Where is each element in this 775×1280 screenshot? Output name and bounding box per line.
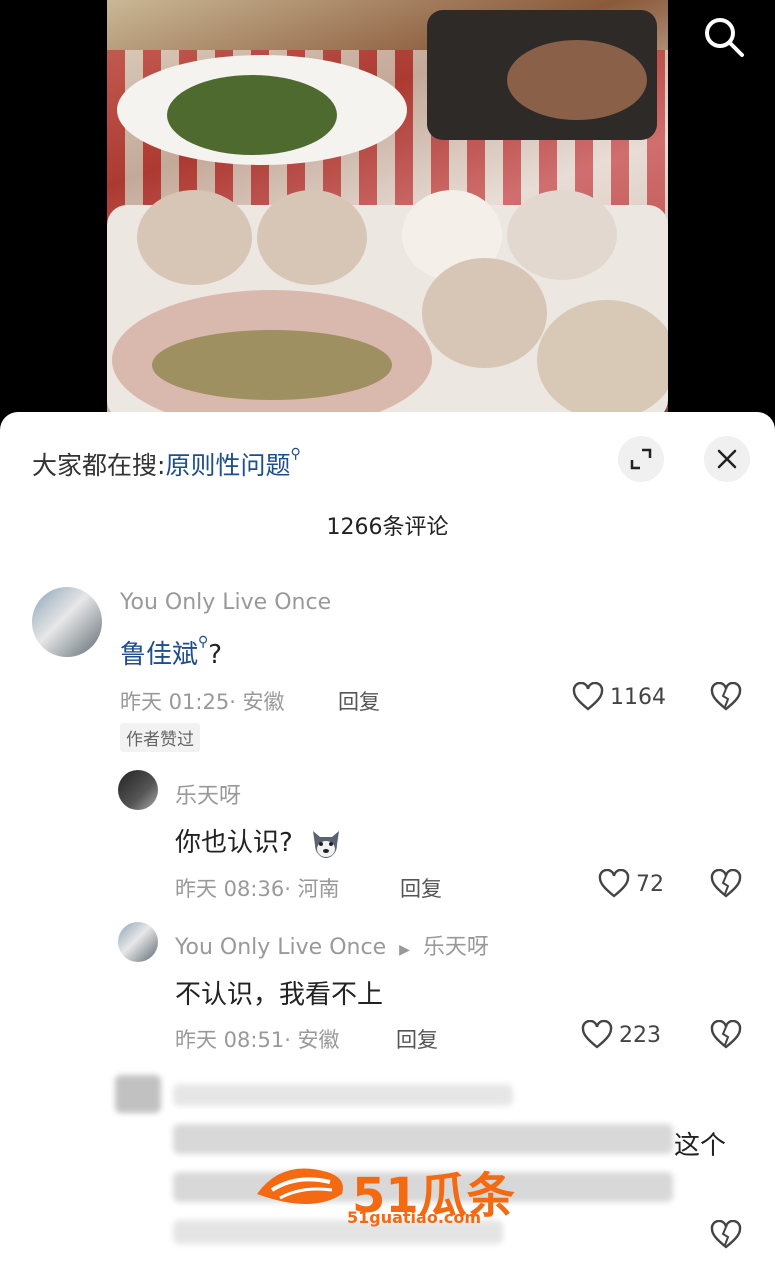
broken-heart-icon bbox=[710, 681, 742, 711]
comment-keyword-link[interactable]: 鲁佳斌 bbox=[120, 640, 198, 670]
search-icon: ⚲ bbox=[290, 446, 301, 462]
comment-text: 你也认识? bbox=[175, 822, 345, 863]
food-bowl bbox=[422, 258, 547, 368]
blurred-avatar bbox=[115, 1075, 161, 1113]
comment-username: You Only Live Once ▶ 乐天呀 bbox=[175, 929, 489, 961]
comment-timestamp: 昨天 08:36 bbox=[175, 877, 285, 901]
heart-icon bbox=[581, 1020, 613, 1049]
hot-search-prefix: 大家都在搜: bbox=[32, 451, 166, 480]
comment-location: · 河南 bbox=[284, 877, 340, 901]
husky-emoji-icon bbox=[307, 825, 345, 863]
like-button[interactable]: 72 bbox=[598, 869, 664, 899]
close-icon bbox=[717, 449, 737, 469]
watermark-url: 51guatiao.com bbox=[347, 1208, 482, 1227]
comment-time: 昨天 01:25· 安徽 bbox=[120, 686, 285, 716]
food-bowl bbox=[137, 190, 252, 285]
author-liked-badge: 作者赞过 bbox=[120, 723, 200, 752]
comment-count: 1266条评论 bbox=[326, 515, 449, 540]
like-count: 223 bbox=[619, 1022, 661, 1048]
expand-icon bbox=[630, 448, 652, 470]
hot-search-bar[interactable]: 大家都在搜:原则性问题⚲ bbox=[32, 446, 301, 482]
comment-location: · 安徽 bbox=[229, 690, 285, 714]
hot-search-keyword[interactable]: 原则性问题 bbox=[165, 451, 290, 480]
reply-target[interactable]: 乐天呀 bbox=[423, 935, 489, 960]
comment-username[interactable]: You Only Live Once bbox=[120, 590, 331, 615]
broken-heart-icon bbox=[710, 1019, 742, 1049]
like-button[interactable]: 223 bbox=[581, 1020, 661, 1050]
comment-text: 鲁佳斌⚲? bbox=[120, 634, 222, 671]
comment-time: 昨天 08:51· 安徽 bbox=[175, 1024, 340, 1054]
broken-heart-icon bbox=[710, 868, 742, 898]
reply-author[interactable]: You Only Live Once bbox=[175, 935, 386, 960]
dislike-button[interactable] bbox=[710, 1219, 742, 1252]
search-icon[interactable] bbox=[701, 14, 747, 60]
heart-icon bbox=[598, 869, 630, 898]
reply-button[interactable]: 回复 bbox=[400, 873, 442, 903]
food-green-beans bbox=[167, 75, 337, 155]
avatar[interactable] bbox=[118, 770, 158, 810]
comment-text-body: 你也认识? bbox=[175, 828, 293, 858]
partial-comment-text: 这个 bbox=[674, 1131, 727, 1161]
food-noodle-bowl bbox=[537, 300, 668, 420]
reply-button[interactable]: 回复 bbox=[396, 1024, 438, 1054]
blurred-username bbox=[173, 1084, 513, 1106]
like-button[interactable]: 1164 bbox=[572, 682, 666, 712]
dislike-button[interactable] bbox=[710, 868, 742, 901]
food-meat bbox=[507, 40, 647, 120]
watermark: 51瓜条 51guatiao.com bbox=[252, 1150, 522, 1230]
food-bowl bbox=[257, 190, 367, 285]
food-fish bbox=[152, 330, 392, 400]
close-button[interactable] bbox=[704, 436, 750, 482]
comment-text: 不认识，我看不上 bbox=[175, 980, 384, 1010]
comment-text-tail: ? bbox=[208, 640, 223, 670]
like-count: 1164 bbox=[610, 684, 666, 710]
comment-username[interactable]: 乐天呀 bbox=[175, 778, 241, 810]
like-count: 72 bbox=[636, 871, 664, 897]
reply-arrow-icon: ▶ bbox=[399, 942, 410, 958]
comment-location: · 安徽 bbox=[284, 1028, 340, 1052]
avatar[interactable] bbox=[32, 587, 102, 657]
search-icon: ⚲ bbox=[198, 634, 209, 650]
broken-heart-icon bbox=[710, 1219, 742, 1249]
heart-icon bbox=[572, 682, 604, 711]
watermark-logo-icon bbox=[257, 1168, 343, 1204]
comment-time: 昨天 08:36· 河南 bbox=[175, 873, 340, 903]
comment-timestamp: 昨天 08:51 bbox=[175, 1028, 285, 1052]
food-bowl bbox=[507, 190, 617, 280]
dislike-button[interactable] bbox=[710, 1019, 742, 1052]
reply-button[interactable]: 回复 bbox=[338, 686, 380, 716]
expand-button[interactable] bbox=[618, 436, 664, 482]
comment-timestamp: 昨天 01:25 bbox=[120, 690, 230, 714]
dislike-button[interactable] bbox=[710, 681, 742, 714]
avatar[interactable] bbox=[118, 922, 158, 962]
video-frame[interactable] bbox=[107, 0, 668, 420]
